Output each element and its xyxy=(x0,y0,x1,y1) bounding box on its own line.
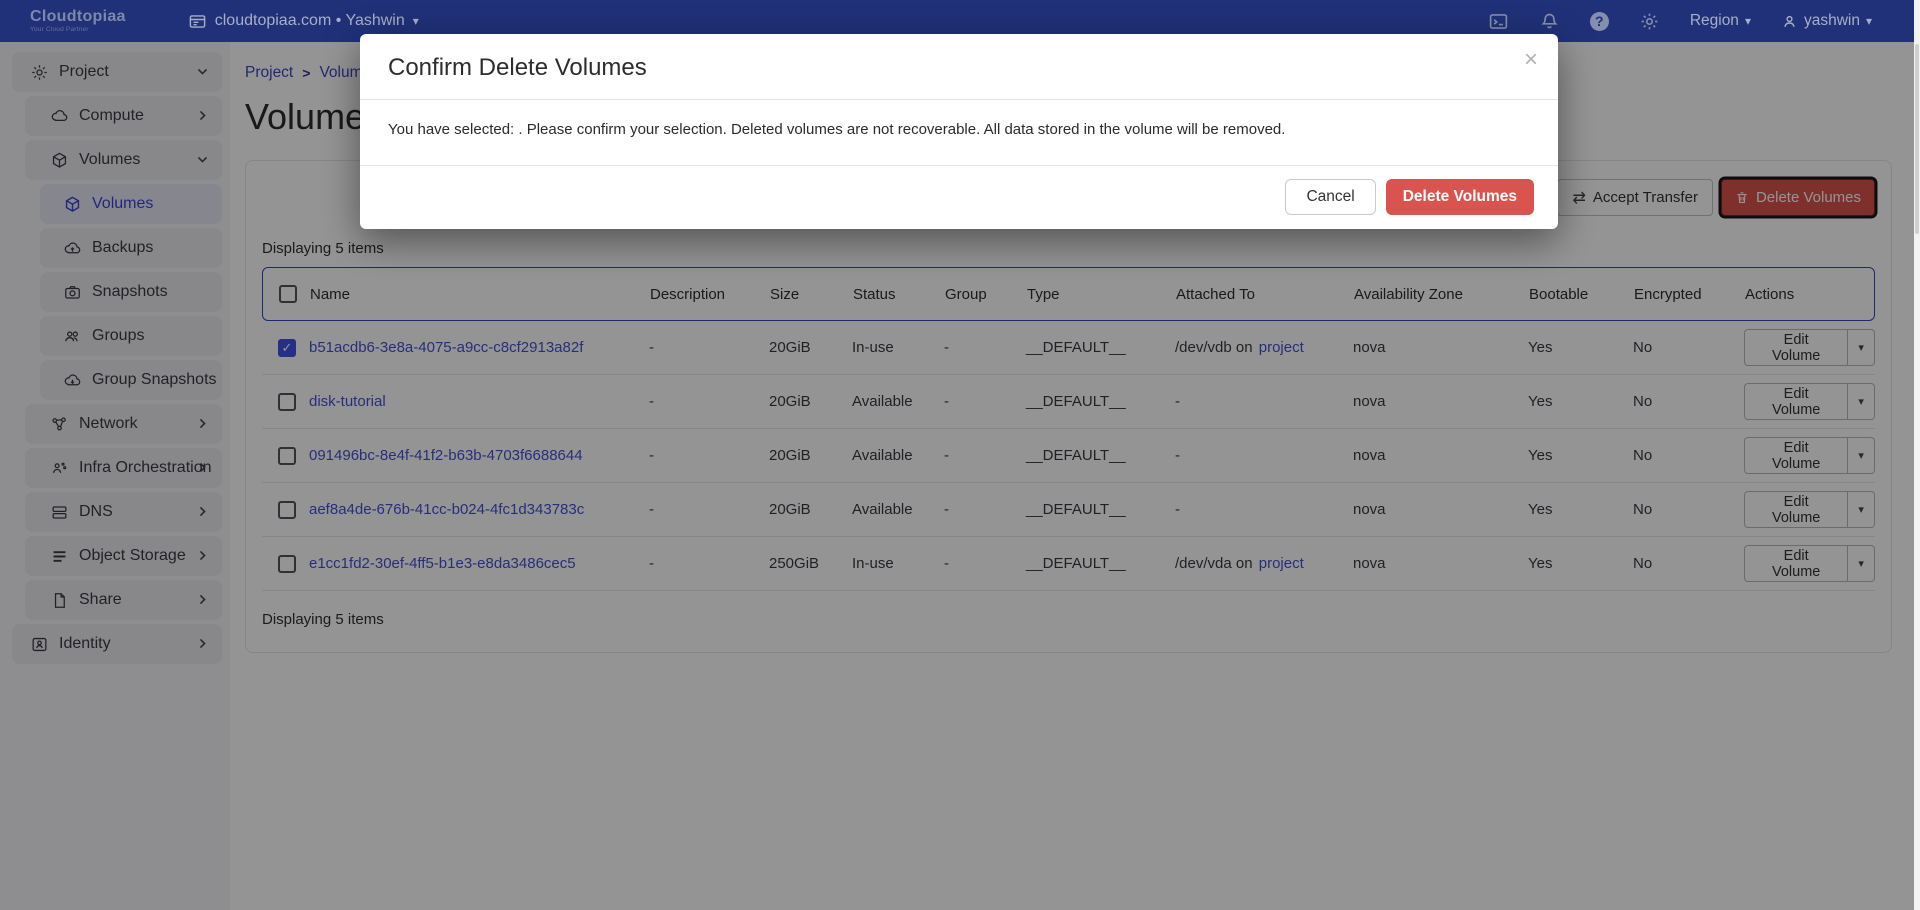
settings-gear-icon[interactable] xyxy=(1639,11,1660,32)
user-menu[interactable]: yashwin xyxy=(1781,12,1872,30)
confirm-delete-modal: Confirm Delete Volumes × You have select… xyxy=(360,34,1558,229)
chevron-down-icon xyxy=(1866,12,1872,30)
modal-footer: Cancel Delete Volumes xyxy=(360,166,1558,229)
project-context-switcher[interactable]: cloudtopiaa.com • Yashwin xyxy=(188,12,419,31)
scrollbar[interactable] xyxy=(1914,0,1920,910)
region-label: Region xyxy=(1690,12,1739,30)
brand-name: Cloudtopiaa xyxy=(30,9,126,25)
cancel-button[interactable]: Cancel xyxy=(1285,179,1375,215)
modal-body-text: You have selected: . Please confirm your… xyxy=(360,100,1558,166)
close-icon[interactable]: × xyxy=(1524,48,1538,72)
modal-header: Confirm Delete Volumes × xyxy=(360,34,1558,100)
context-label: cloudtopiaa.com • Yashwin xyxy=(215,12,405,30)
username-label: yashwin xyxy=(1804,12,1860,30)
notifications-bell-icon[interactable] xyxy=(1539,11,1560,32)
brand-tagline: Your Cloud Partner xyxy=(30,27,126,34)
confirm-delete-button[interactable]: Delete Volumes xyxy=(1386,179,1534,215)
help-badge xyxy=(1590,12,1609,31)
modal-title: Confirm Delete Volumes xyxy=(388,54,1530,82)
panel-icon xyxy=(188,12,207,31)
user-icon xyxy=(1781,13,1798,30)
navbar-right: Region yashwin xyxy=(1488,11,1872,32)
console-icon[interactable] xyxy=(1488,11,1509,32)
brand-logo[interactable]: Cloudtopiaa Your Cloud Partner xyxy=(30,9,126,34)
chevron-down-icon xyxy=(413,12,419,30)
scrollbar-thumb[interactable] xyxy=(1915,44,1919,234)
chevron-down-icon xyxy=(1745,12,1751,30)
help-icon[interactable] xyxy=(1590,12,1609,31)
region-dropdown[interactable]: Region xyxy=(1690,12,1751,30)
